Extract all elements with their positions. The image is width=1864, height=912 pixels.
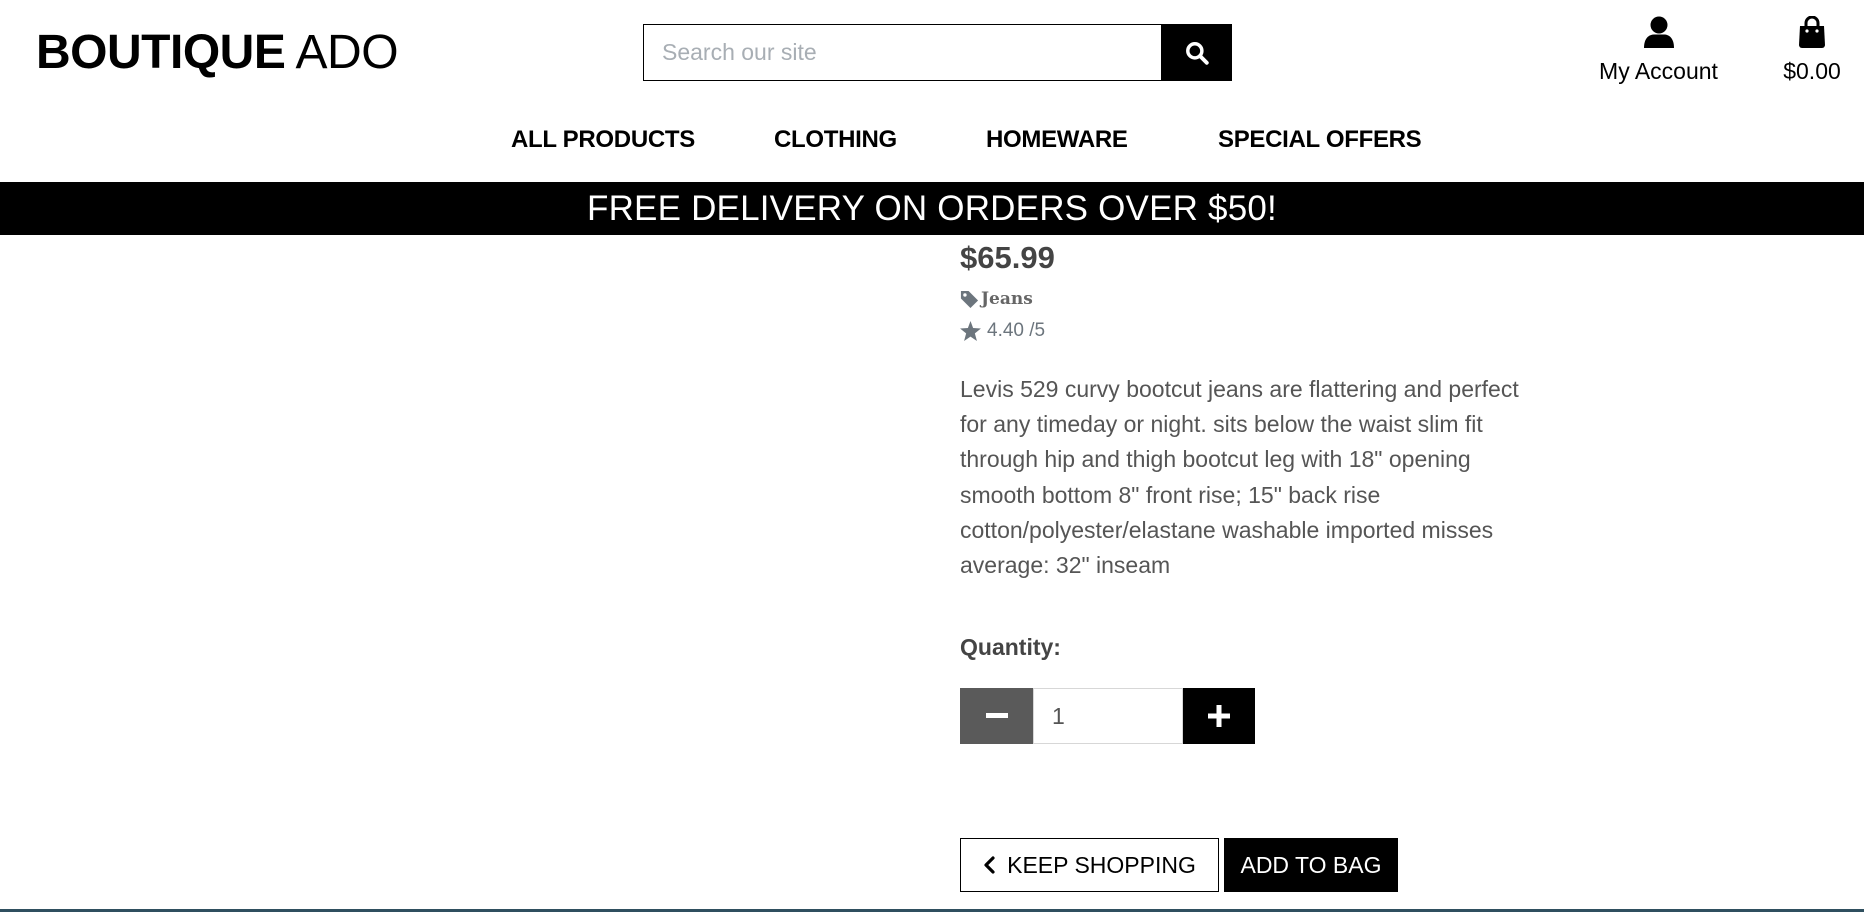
search-icon	[1185, 41, 1209, 65]
product-category: Jeans	[981, 289, 1033, 309]
shopping-bag-icon	[1799, 15, 1825, 48]
my-account-link[interactable]: My Account	[1596, 16, 1721, 85]
nav-clothing[interactable]: CLOTHING	[774, 126, 897, 154]
search-input[interactable]	[643, 24, 1161, 81]
quantity-stepper	[960, 688, 1255, 744]
product-price: $65.99	[960, 240, 1055, 275]
decrement-button[interactable]	[960, 688, 1033, 744]
delivery-banner: FREE DELIVERY ON ORDERS OVER $50!	[0, 182, 1864, 235]
product-category-link[interactable]: Jeans	[960, 289, 1033, 309]
product-rating: 4.40 /5	[960, 320, 1045, 342]
user-icon	[1643, 16, 1674, 48]
bag-total: $0.00	[1783, 58, 1841, 84]
product-description: Levis 529 curvy bootcut jeans are flatte…	[960, 376, 1519, 579]
plus-icon	[1208, 705, 1230, 727]
tag-icon	[960, 290, 979, 308]
chevron-left-icon	[984, 856, 995, 874]
minus-icon	[985, 713, 1008, 718]
main-nav: ALL PRODUCTS CLOTHING HOMEWARE SPECIAL O…	[0, 126, 1864, 156]
rating-value: 4.40 /5	[987, 320, 1046, 341]
increment-button[interactable]	[1183, 688, 1255, 744]
search-form	[643, 24, 1232, 81]
nav-all-products[interactable]: ALL PRODUCTS	[511, 126, 695, 154]
site-logo[interactable]: BOUTIQUE ADO	[36, 24, 399, 82]
search-button[interactable]	[1161, 24, 1232, 81]
logo-light-text: ADO	[295, 26, 399, 79]
my-account-label: My Account	[1599, 58, 1718, 84]
keep-shopping-label: KEEP SHOPPING	[1007, 851, 1196, 878]
keep-shopping-button[interactable]: KEEP SHOPPING	[960, 838, 1219, 892]
nav-homeware[interactable]: HOMEWARE	[986, 126, 1128, 154]
quantity-label: Quantity:	[960, 634, 1061, 660]
nav-special-offers[interactable]: SPECIAL OFFERS	[1218, 126, 1422, 154]
star-icon	[960, 321, 981, 341]
quantity-input[interactable]	[1033, 688, 1183, 744]
add-to-bag-button[interactable]: ADD TO BAG	[1224, 838, 1398, 892]
shopping-bag-link[interactable]: $0.00	[1780, 15, 1844, 85]
logo-strong-text: BOUTIQUE	[36, 26, 286, 79]
